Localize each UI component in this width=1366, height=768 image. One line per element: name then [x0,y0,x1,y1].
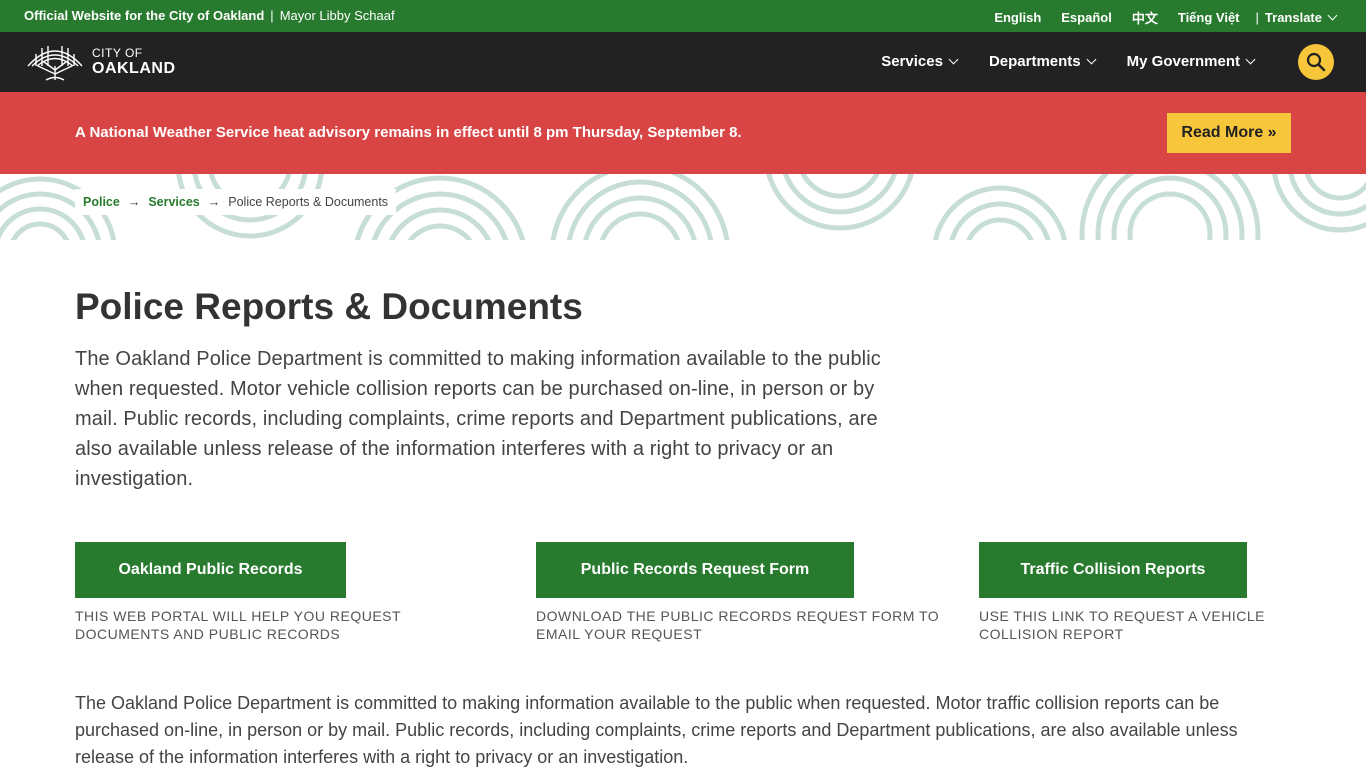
translate-dropdown[interactable]: Translate [1264,10,1338,25]
nav-services[interactable]: Services [881,53,959,70]
separator: | [1255,10,1259,25]
public-records-request-form-button[interactable]: Public Records Request Form [536,542,854,598]
breadcrumb-services[interactable]: Services [148,195,199,209]
intro-paragraph: The Oakland Police Department is committ… [75,348,881,490]
logo-city-of: CITY OF [92,46,143,60]
card-traffic-collision-reports: Traffic Collision Reports Use this link … [979,542,1289,643]
card-public-records-request-form: Public Records Request Form Download the… [536,542,966,643]
official-site-label: Official Website for the City of Oakland [24,8,265,23]
nav-my-government[interactable]: My Government [1126,53,1256,70]
logo-wordmark: CITY OF OAKLAND [92,47,176,77]
body-paragraph: The Oakland Police Department is committ… [75,693,1238,767]
nav-departments-label: Departments [988,53,1081,70]
breadcrumb-current: Police Reports & Documents [228,195,389,209]
language-english[interactable]: English [994,10,1041,25]
mayor-link[interactable]: Mayor Libby Schaaf [280,8,395,23]
separator: | [270,8,274,23]
logo-oakland: OAKLAND [92,60,176,77]
chevron-down-icon [1327,10,1338,21]
heat-advisory-alert: A National Weather Service heat advisory… [0,92,1366,174]
utility-bar: Official Website for the City of Oakland… [0,0,1366,32]
language-espanol[interactable]: Español [1061,10,1112,25]
card-description: This web portal will help you request do… [75,608,401,642]
alert-message: A National Weather Service heat advisory… [75,124,742,141]
city-logo[interactable]: CITY OF OAKLAND [24,42,176,82]
language-chinese[interactable]: 中文 [1132,8,1158,27]
breadcrumb-police[interactable]: Police [83,195,120,209]
traffic-collision-reports-button[interactable]: Traffic Collision Reports [979,542,1247,598]
search-button[interactable] [1298,44,1334,80]
card-oakland-public-records: Oakland Public Records This web portal w… [75,542,435,643]
oakland-public-records-button[interactable]: Oakland Public Records [75,542,346,598]
chevron-down-icon [1245,54,1256,65]
main-nav: CITY OF OAKLAND Services Departments My … [0,32,1366,92]
breadcrumb-arrow-icon: → [127,195,141,209]
chevron-down-icon [948,54,959,65]
nav-services-label: Services [881,53,943,70]
official-site-info: Official Website for the City of Oakland… [24,8,395,23]
chevron-down-icon [1086,54,1097,65]
breadcrumb-arrow-icon: → [207,195,221,209]
nav-menu: Services Departments My Government [849,53,1256,70]
language-vietnamese[interactable]: Tiếng Việt [1178,10,1240,25]
nav-my-government-label: My Government [1126,53,1240,70]
read-more-button[interactable]: Read More » [1167,113,1291,153]
card-description: Download the public records request form… [536,608,940,642]
oak-tree-icon [27,46,83,81]
nav-departments[interactable]: Departments [988,53,1097,70]
breadcrumb: Police → Services → Police Reports & Doc… [75,189,397,215]
language-selector: English Español 中文 Tiếng Việt | Translat… [974,8,1338,27]
translate-label: Translate [1264,10,1322,25]
card-description: Use this link to request a vehicle colli… [979,608,1265,642]
search-icon [1306,52,1326,72]
page-title: Police Reports & Documents [75,286,583,327]
